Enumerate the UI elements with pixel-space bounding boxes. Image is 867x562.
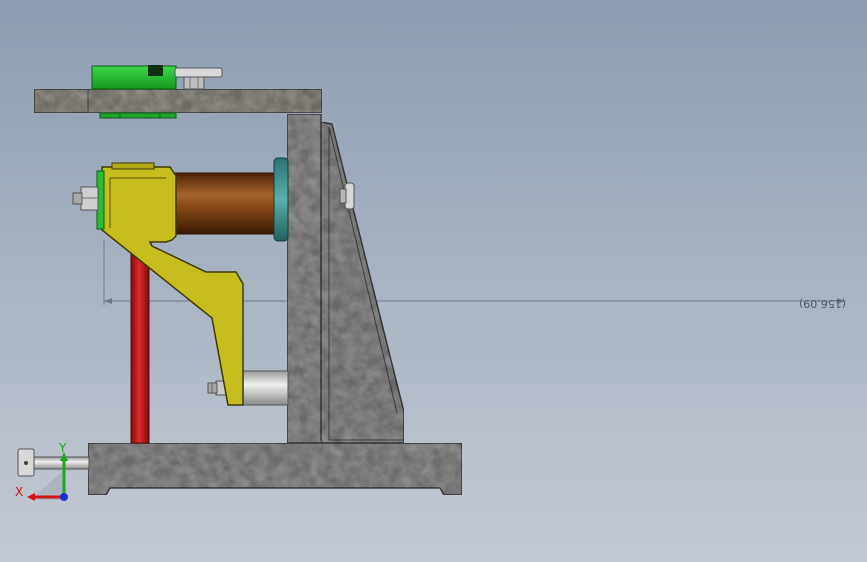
axis-y-label: Y (58, 441, 67, 455)
red-rod[interactable] (130, 251, 150, 444)
model-view[interactable]: (156.09) X Y (0, 0, 867, 562)
axis-x-label: X (15, 485, 23, 499)
dimension-value[interactable]: (156.09) (799, 297, 846, 310)
base-block[interactable] (87, 442, 463, 496)
teal-ring[interactable] (273, 157, 289, 242)
top-plate[interactable] (33, 88, 323, 114)
cad-viewport[interactable]: (156.09) X Y (0, 0, 867, 562)
brown-shaft[interactable] (171, 172, 278, 235)
